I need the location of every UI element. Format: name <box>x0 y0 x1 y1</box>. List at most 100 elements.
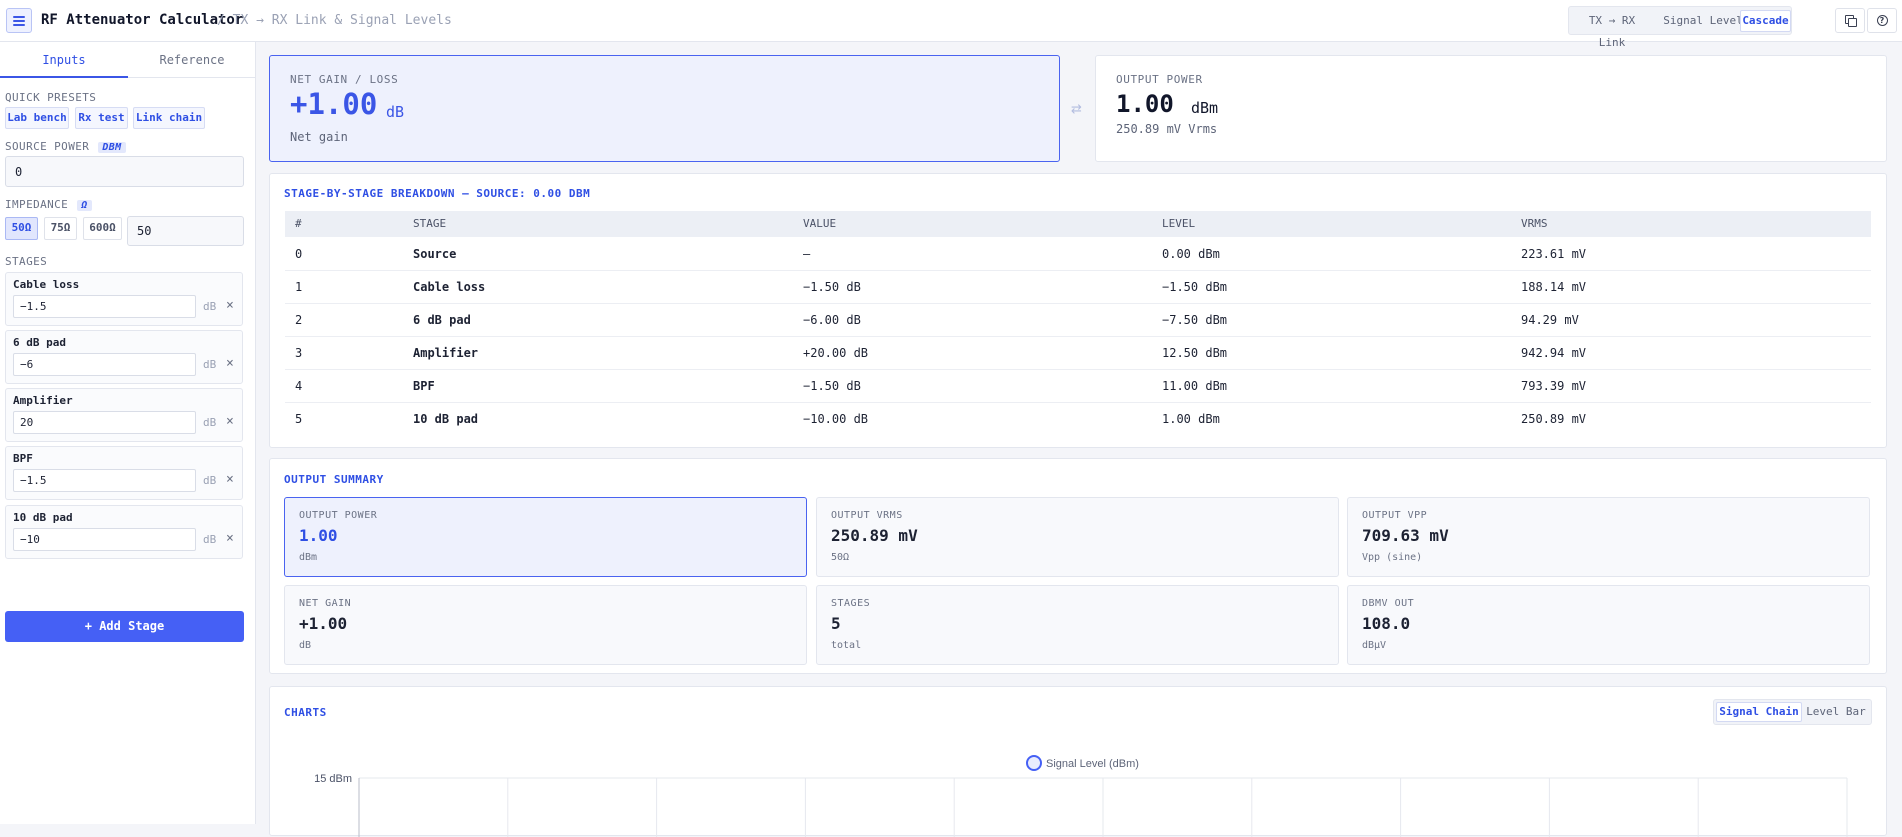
tab-cascade[interactable]: Cascade <box>1740 10 1791 32</box>
remove-stage-icon[interactable]: × <box>226 414 234 429</box>
impedance-label: IMPEDANCE Ω <box>5 198 92 211</box>
remove-stage-icon[interactable]: × <box>226 472 234 487</box>
summary-tile-output-power: OUTPUT POWER 1.00 dBm <box>284 497 807 577</box>
y-tick-label: 15 dBm <box>314 773 352 785</box>
stage-unit: dB <box>203 416 217 429</box>
summary-tile-label: OUTPUT VRMS <box>831 510 903 521</box>
stage-value-input[interactable] <box>13 411 196 434</box>
stage-name: Amplifier <box>13 394 73 407</box>
column-header: LEVEL <box>1162 217 1196 230</box>
net-gain-value: +1.00 <box>290 87 378 121</box>
cell-vrms: 942.94 mV <box>1521 346 1587 360</box>
table-row: 1 Cable loss −1.50 dB −1.50 dBm 188.14 m… <box>285 271 1871 304</box>
preset-link-chain[interactable]: Link chain <box>133 107 205 129</box>
remove-stage-icon[interactable]: × <box>226 531 234 546</box>
sidebar-tab-reference[interactable]: Reference <box>128 42 256 78</box>
cell-vrms: 793.39 mV <box>1521 379 1587 393</box>
output-power-sub: 250.89 mV Vrms <box>1116 122 1218 136</box>
table-row: 3 Amplifier +20.00 dB 12.50 dBm 942.94 m… <box>285 337 1871 370</box>
help-button[interactable]: ? <box>1867 8 1897 33</box>
table-row: 2 6 dB pad −6.00 dB −7.50 dBm 94.29 mV <box>285 304 1871 337</box>
breakdown-card: STAGE-BY-STAGE BREAKDOWN — SOURCE: 0.00 … <box>269 173 1887 448</box>
summary-tile-value: 250.89 mV <box>831 526 918 545</box>
summary-tile-sub: dBm <box>299 552 318 563</box>
column-header: STAGE <box>413 217 447 230</box>
cell-vrms: 188.14 mV <box>1521 280 1587 294</box>
output-power-unit: dBm <box>1191 99 1219 117</box>
cell-value: −10.00 dB <box>803 412 869 426</box>
stage-value-input[interactable] <box>13 295 196 318</box>
remove-stage-icon[interactable]: × <box>226 298 234 313</box>
tab-tx-rx-link[interactable]: TX → RX Link <box>1573 10 1651 49</box>
stage-unit: dB <box>203 300 217 313</box>
source-power-unit: DBM <box>98 142 126 153</box>
legend-label: Signal Level (dBm) <box>1046 758 1139 770</box>
impedance-option-600[interactable]: 600Ω <box>83 217 122 240</box>
table-row: 4 BPF −1.50 dB 11.00 dBm 793.39 mV <box>285 370 1871 403</box>
stage-card: 6 dB pad dB × <box>5 330 243 384</box>
charts-card: CHARTS Signal Chain Level Bar Signal Lev… <box>269 686 1887 837</box>
summary-tile-sub: dB <box>299 640 312 651</box>
stage-card: 10 dB pad dB × <box>5 505 243 559</box>
source-power-label-text: SOURCE POWER <box>5 140 90 153</box>
swap-icon: ⇄ <box>1071 102 1082 117</box>
app-title: RF Attenuator Calculator <box>41 12 244 28</box>
cell-level: 1.00 dBm <box>1162 412 1220 426</box>
column-header: VRMS <box>1521 217 1548 230</box>
summary-tile-label: OUTPUT POWER <box>299 510 378 521</box>
menu-button[interactable] <box>6 8 32 33</box>
summary-tile-dbmv-out: DBMV OUT 108.0 dBμV <box>1347 585 1870 665</box>
output-power-label: OUTPUT POWER <box>1116 73 1203 86</box>
preset-lab-bench[interactable]: Lab bench <box>5 107 69 129</box>
signal-chain-chart: Signal Level (dBm) 15 dBm <box>314 755 1848 837</box>
impedance-input[interactable] <box>127 216 244 246</box>
summary-tile-stages: STAGES 5 total <box>816 585 1339 665</box>
stage-card: Cable loss dB × <box>5 272 243 326</box>
sidebar-tab-inputs[interactable]: Inputs <box>0 42 128 78</box>
stage-name: Cable loss <box>13 278 80 291</box>
legend-marker <box>1026 755 1042 771</box>
cell-level: −1.50 dBm <box>1162 280 1228 294</box>
cell-vrms: 94.29 mV <box>1521 313 1579 327</box>
impedance-option-75[interactable]: 75Ω <box>44 217 77 240</box>
stage-value-input[interactable] <box>13 528 196 551</box>
summary-tile-value: 108.0 <box>1362 614 1411 633</box>
quick-presets-label: QUICK PRESETS <box>5 91 97 104</box>
cell-value: −1.50 dB <box>803 280 861 294</box>
stages-label: STAGES <box>5 255 48 268</box>
help-icon: ? <box>1876 15 1888 26</box>
stage-unit: dB <box>203 474 217 487</box>
cell-value: −6.00 dB <box>803 313 861 327</box>
tab-signal-level[interactable]: Signal Level <box>1659 10 1747 32</box>
net-gain-card: NET GAIN / LOSS +1.00 dB Net gain <box>269 55 1060 162</box>
summary-tile-label: DBMV OUT <box>1362 598 1415 609</box>
cell-index: 1 <box>295 280 303 294</box>
table-row: 0 Source — 0.00 dBm 223.61 mV <box>285 238 1871 271</box>
cell-index: 3 <box>295 346 303 360</box>
cell-vrms: 223.61 mV <box>1521 247 1587 261</box>
breakdown-title: STAGE-BY-STAGE BREAKDOWN — SOURCE: 0.00 … <box>284 187 591 200</box>
source-power-input[interactable] <box>5 156 244 187</box>
cell-value: — <box>803 247 811 261</box>
summary-tile-label: STAGES <box>831 598 871 609</box>
cell-stage: Cable loss <box>413 280 486 294</box>
view-switcher: TX → RX Link Signal Level Cascade <box>1568 6 1792 49</box>
copy-button[interactable] <box>1835 8 1865 33</box>
impedance-unit: Ω <box>77 200 92 211</box>
remove-stage-icon[interactable]: × <box>226 356 234 371</box>
cell-index: 4 <box>295 379 303 393</box>
cell-index: 0 <box>295 247 303 261</box>
add-stage-button[interactable]: + Add Stage <box>5 611 244 642</box>
preset-rx-test[interactable]: Rx test <box>75 107 128 129</box>
output-power-value: 1.00 <box>1116 90 1174 118</box>
stage-value-input[interactable] <box>13 469 196 492</box>
cell-value: −1.50 dB <box>803 379 861 393</box>
impedance-option-50[interactable]: 50Ω <box>5 217 38 240</box>
stage-value-input[interactable] <box>13 353 196 376</box>
summary-tile-sub: total <box>831 640 862 651</box>
summary-tile-net-gain: NET GAIN +1.00 dB <box>284 585 807 665</box>
net-gain-label: NET GAIN / LOSS <box>290 73 399 86</box>
column-header: # <box>295 217 302 230</box>
top-bar: RF Attenuator Calculator / TX → RX Link … <box>0 0 1902 49</box>
stage-name: BPF <box>13 452 33 465</box>
